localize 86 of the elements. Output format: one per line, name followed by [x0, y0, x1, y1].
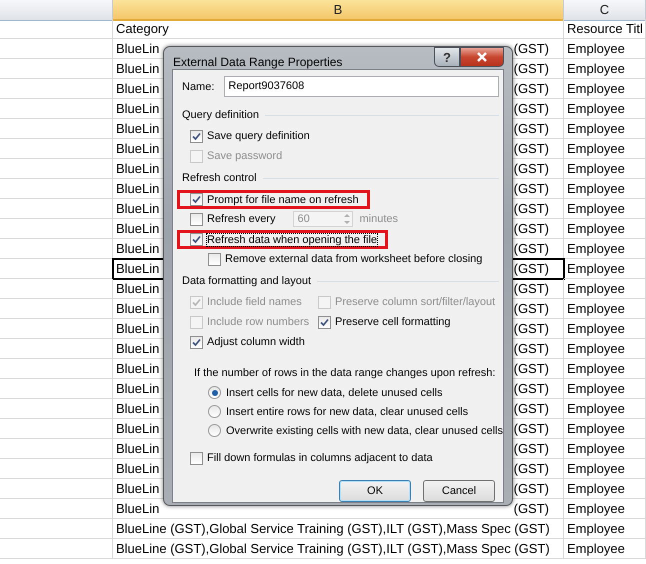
table-cell: Employee: [564, 319, 646, 339]
cell-text: BlueLin: [116, 260, 160, 278]
unit-label: minutes: [359, 213, 398, 225]
table-cell: Resource Titl: [564, 19, 646, 39]
cell-text: BlueLin: [116, 460, 160, 478]
table-cell: Employee: [564, 359, 646, 379]
table-cell: Category: [113, 19, 564, 39]
table-cell: Employee: [564, 179, 646, 199]
cell-text: (GST): [514, 240, 549, 258]
table-cell: Employee: [564, 239, 646, 259]
cell-text: BlueLin: [116, 100, 160, 118]
cell-text: BlueLin: [116, 380, 160, 398]
cell-text: (GST): [514, 460, 549, 478]
section-title: Data formatting and layout: [182, 275, 312, 287]
cell-text: (GST): [514, 440, 549, 458]
cell-text: (GST): [514, 40, 549, 58]
cell-text: BlueLin: [116, 240, 160, 258]
cell-text: BlueLin: [116, 300, 160, 318]
cell-text: BlueLin: [116, 220, 160, 238]
cell-text: BlueLin: [116, 320, 160, 338]
table-cell: BlueLine (GST),Global Service Training (GST),ILT (GST),Mass Spec (GST): [113, 539, 564, 559]
cell-text: (GST): [514, 80, 549, 98]
cell-text: BlueLin: [116, 440, 160, 458]
table-cell: Employee: [564, 519, 646, 539]
cell-text: BlueLin: [116, 60, 160, 78]
table-cell: Employee: [564, 259, 646, 279]
table-cell: Employee: [564, 79, 646, 99]
name-label: Name:: [182, 80, 214, 92]
cell-text: (GST): [514, 140, 549, 158]
cell-text: (GST): [514, 500, 549, 518]
cell-text: (GST): [514, 300, 549, 318]
cell-text: BlueLin: [116, 480, 160, 498]
cell-text: (GST): [514, 220, 549, 238]
cell-text: BlueLin: [116, 120, 160, 138]
question-text: If the number of rows in the data range changes upon refresh:: [194, 367, 496, 379]
table-cell: Employee: [564, 479, 646, 499]
cell-text: BlueLin: [116, 360, 160, 378]
table-cell: Employee: [564, 459, 646, 479]
cell-text: (GST): [514, 200, 549, 218]
table-cell: Employee: [564, 439, 646, 459]
table-cell: Employee: [564, 399, 646, 419]
spinner-value: 60: [297, 213, 310, 225]
cell-text: (GST): [514, 320, 549, 338]
cell-text: (GST): [514, 400, 549, 418]
cell-text: BlueLin: [116, 340, 160, 358]
cell-text: (GST): [514, 360, 549, 378]
window-title: External Data Range Properties: [173, 55, 342, 69]
cell-text: (GST): [514, 420, 549, 438]
cell-text: (GST): [514, 260, 549, 278]
section-title: Refresh control: [182, 172, 257, 184]
cell-text: BlueLin: [116, 40, 160, 58]
cell-text: BlueLin: [116, 80, 160, 98]
cell-text: BlueLin: [116, 500, 160, 518]
cell-text: BlueLin: [116, 400, 160, 418]
table-cell: Employee: [564, 219, 646, 239]
table-cell: Employee: [564, 379, 646, 399]
cell-text: (GST): [514, 180, 549, 198]
cell-text: (GST): [514, 340, 549, 358]
cell-text: (GST): [514, 380, 549, 398]
table-cell: Employee: [564, 499, 646, 519]
cell-text: BlueLin: [116, 420, 160, 438]
cell-text: BlueLin: [116, 200, 160, 218]
table-cell: Employee: [564, 99, 646, 119]
table-cell: Employee: [564, 39, 646, 59]
cell-text: (GST): [514, 480, 549, 498]
cell-text: BlueLin: [116, 140, 160, 158]
cell-text: (GST): [514, 100, 549, 118]
cell-text: (GST): [514, 160, 549, 178]
table-cell: Employee: [564, 119, 646, 139]
table-cell: Employee: [564, 159, 646, 179]
table-cell: Employee: [564, 59, 646, 79]
table-cell: Employee: [564, 199, 646, 219]
section-title: Query definition: [182, 109, 260, 121]
cell-text: (GST): [514, 280, 549, 298]
cell-text: BlueLin: [116, 160, 160, 178]
table-cell: Employee: [564, 299, 646, 319]
table-cell: Employee: [564, 419, 646, 439]
cell-text: (GST): [514, 60, 549, 78]
table-cell: BlueLine (GST),Global Service Training (GST),ILT (GST),Mass Spec (GST): [113, 519, 564, 539]
cell-text: BlueLin: [116, 180, 160, 198]
cell-text: BlueLin: [116, 280, 160, 298]
table-cell: Employee: [564, 139, 646, 159]
cell-text: (GST): [514, 120, 549, 138]
table-cell: Employee: [564, 339, 646, 359]
table-cell: Employee: [564, 539, 646, 559]
table-cell: Employee: [564, 279, 646, 299]
